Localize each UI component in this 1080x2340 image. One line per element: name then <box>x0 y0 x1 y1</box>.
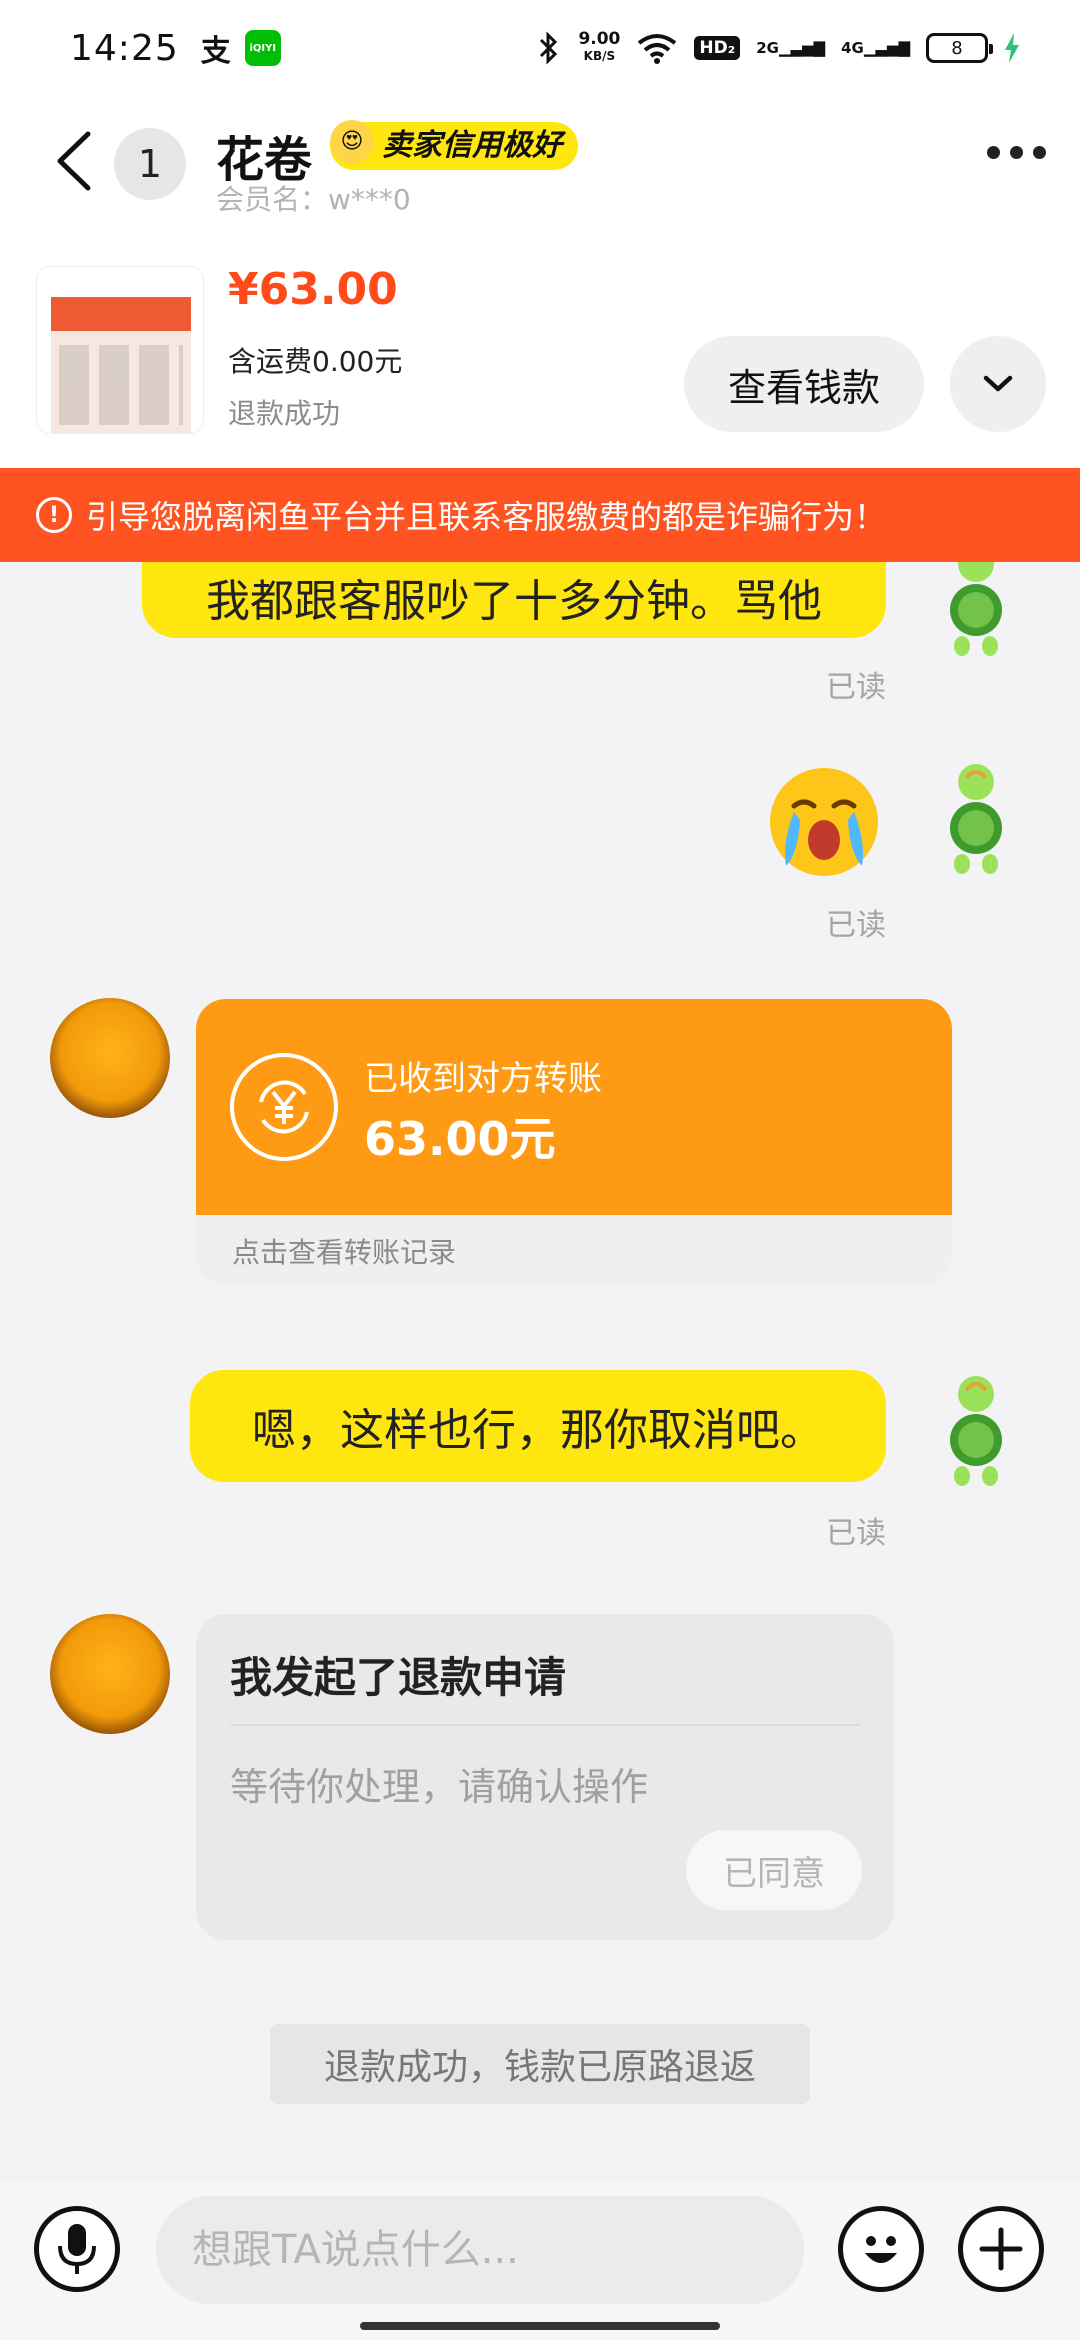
hd-voice-icon: HD₂ <box>694 36 741 60</box>
status-bar: 14:25 支 iQIYI 9.00 KB/S HD₂ 2G▁▃▅▇ 4G▁▃▅… <box>0 0 1080 96</box>
alipay-icon: 支 <box>200 34 231 69</box>
read-receipt: 已读 <box>826 1516 886 1551</box>
message-text: 嗯，这样也行，那你取消吧。 <box>252 1405 824 1456</box>
chevron-left-icon <box>57 131 91 191</box>
fraud-warning-text: 引导您脱离闲鱼平台并且联系客服缴费的都是诈骗行为！ <box>86 498 887 536</box>
member-id: w***0 <box>328 183 411 216</box>
home-indicator[interactable] <box>360 2322 720 2330</box>
wifi-icon <box>638 34 677 64</box>
heart-eyes-emoji-icon: 😍 <box>330 120 374 164</box>
status-indicators: 9.00 KB/S HD₂ 2G▁▃▅▇ 4G▁▃▅▇ 8 <box>536 31 1020 65</box>
warning-icon: ! <box>36 497 72 533</box>
back-button[interactable] <box>48 126 100 196</box>
plus-icon <box>979 2227 1023 2271</box>
peer-avatar[interactable] <box>50 998 170 1118</box>
iqiyi-icon: iQIYI <box>244 30 281 66</box>
refund-request-card[interactable]: 我发起了退款申请 等待你处理，请确认操作 已同意 <box>196 1614 894 1940</box>
battery-level: 8 <box>951 37 963 59</box>
sim1-label: 2G <box>756 39 779 57</box>
system-message: 退款成功，钱款已原路退返 <box>270 2024 810 2104</box>
status-time: 14:25 <box>70 27 179 69</box>
chevron-down-icon <box>983 375 1013 392</box>
thumbnail-header-shape <box>51 297 191 331</box>
transfer-card[interactable]: 已收到对方转账 63.00元 点击查看转账记录 <box>196 999 952 1285</box>
network-speed-unit: KB/S <box>583 49 616 63</box>
outgoing-message[interactable]: 嗯，这样也行，那你取消吧。 <box>190 1370 886 1482</box>
refund-title: 我发起了退款申请 <box>230 1653 567 1702</box>
thumbnail-grid-shape <box>59 345 183 425</box>
outgoing-message[interactable]: 我都跟客服吵了十多分钟。骂他 <box>142 562 886 638</box>
user-avatar-turtle-icon[interactable] <box>936 562 1016 662</box>
message-text: 我都跟客服吵了十多分钟。骂他 <box>206 576 822 627</box>
more-dot-icon <box>1010 146 1023 159</box>
product-price: ¥63.00 <box>228 264 398 315</box>
smile-icon <box>865 2236 897 2263</box>
unread-count-badge[interactable]: 1 <box>114 128 186 200</box>
order-status: 退款成功 <box>228 397 341 430</box>
more-dot-icon <box>987 146 1000 159</box>
product-thumbnail[interactable] <box>36 266 204 434</box>
transfer-record-link[interactable]: 点击查看转账记录 <box>232 1231 456 1271</box>
input-bar <box>0 2182 1080 2340</box>
peer-avatar[interactable] <box>50 1614 170 1734</box>
credit-badge[interactable]: 😍 卖家信用极好 <box>330 120 578 170</box>
message-input[interactable] <box>156 2196 804 2304</box>
signal-sim1-icon: 2G▁▃▅▇ <box>756 39 826 57</box>
view-money-button[interactable]: 查看钱款 <box>684 336 924 432</box>
fraud-warning-banner: ! 引导您脱离闲鱼平台并且联系客服缴费的都是诈骗行为！ <box>0 468 1080 562</box>
agreed-button[interactable]: 已同意 <box>686 1830 862 1910</box>
shipping-fee: 含运费0.00元 <box>228 345 403 378</box>
credit-badge-label: 卖家信用极好 <box>382 128 562 163</box>
yen-exchange-icon <box>230 1053 338 1161</box>
user-avatar-turtle-icon[interactable] <box>936 1372 1016 1492</box>
product-card[interactable]: ¥63.00 含运费0.00元 退款成功 查看钱款 <box>0 256 1080 468</box>
more-dot-icon <box>1033 146 1046 159</box>
member-info: 会员名：w***0 <box>216 178 411 218</box>
battery-icon: 8 <box>926 33 993 63</box>
network-speed-value: 9.00 <box>578 29 621 49</box>
read-receipt: 已读 <box>826 670 886 705</box>
charging-icon <box>1005 33 1019 63</box>
refund-subtitle: 等待你处理，请确认操作 <box>230 1765 649 1809</box>
member-label: 会员名： <box>216 183 329 216</box>
crying-emoji-sticker-icon[interactable] <box>764 762 884 882</box>
user-avatar-turtle-icon[interactable] <box>936 760 1016 880</box>
bluetooth-icon <box>540 31 558 65</box>
microphone-icon <box>58 2224 96 2274</box>
emoji-button[interactable] <box>838 2206 924 2292</box>
more-options-button[interactable] <box>987 146 1046 159</box>
read-receipt: 已读 <box>826 908 886 943</box>
signal-sim2-icon: 4G▁▃▅▇ <box>841 39 910 57</box>
refund-divider <box>230 1724 860 1726</box>
transfer-label: 已收到对方转账 <box>364 1059 602 1099</box>
chat-messages[interactable]: 我都跟客服吵了十多分钟。骂他 已读 已读 已收到对方转账 63.00元 点击查看… <box>0 562 1080 2182</box>
add-button[interactable] <box>958 2206 1044 2292</box>
expand-button[interactable] <box>950 336 1046 432</box>
sim2-label: 4G <box>841 39 864 57</box>
voice-button[interactable] <box>34 2206 120 2292</box>
transfer-amount: 63.00元 <box>364 1112 556 1166</box>
network-speed: 9.00 KB/S <box>578 31 620 65</box>
chat-header: 1 花卷 😍 卖家信用极好 会员名：w***0 <box>0 96 1080 256</box>
